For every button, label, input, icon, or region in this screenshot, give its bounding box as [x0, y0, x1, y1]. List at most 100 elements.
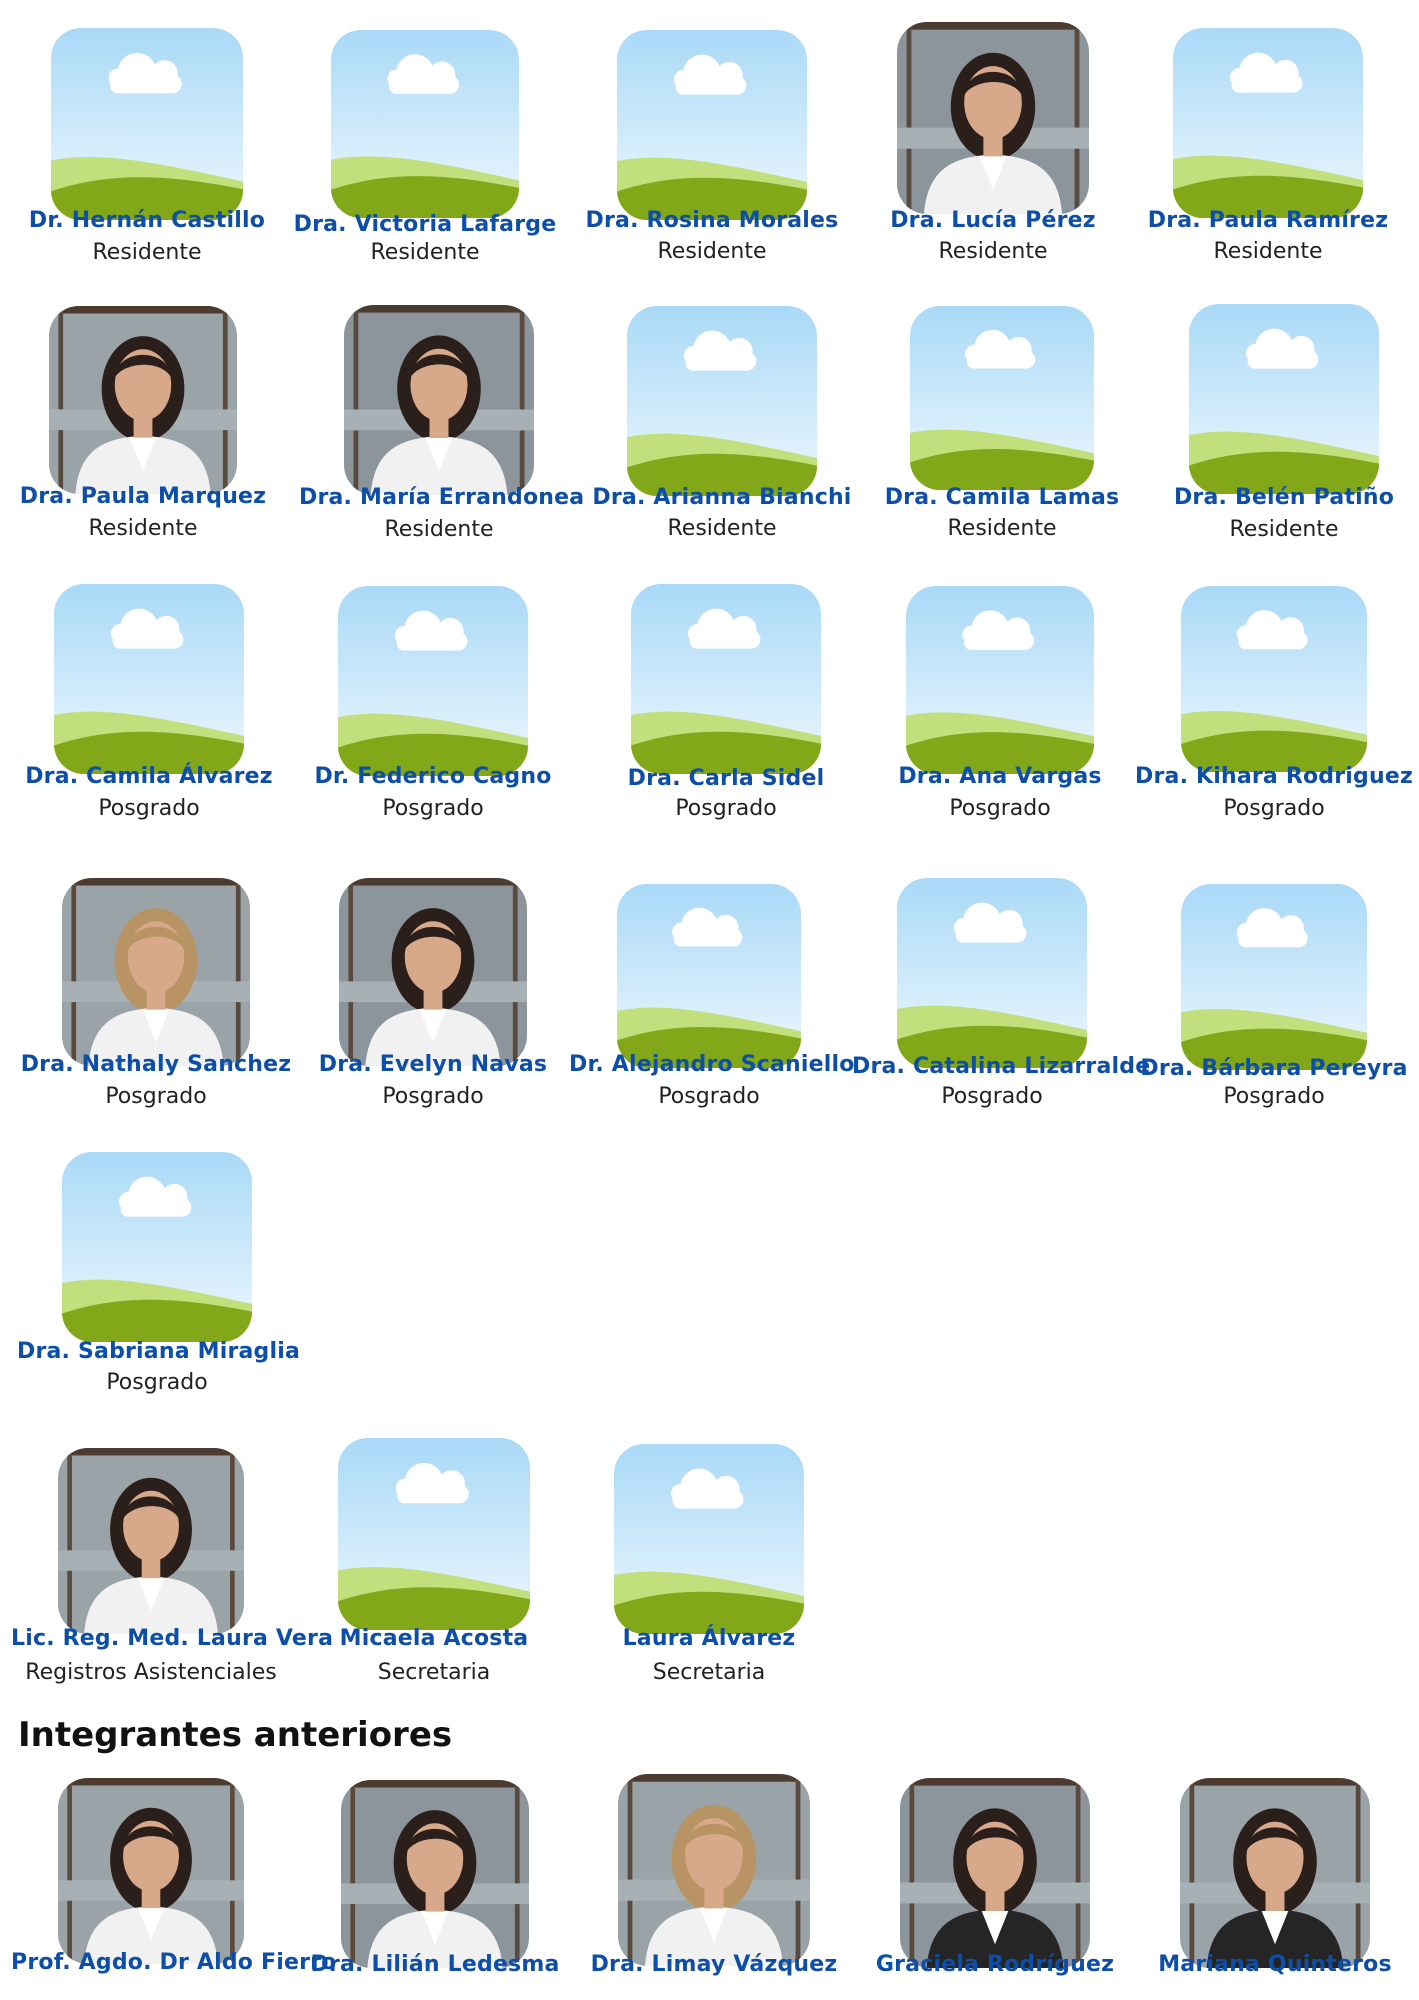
person-photo [341, 1780, 529, 1968]
member-photo-placeholder [1173, 28, 1363, 218]
member-name: Dr. Alejandro Scaniello [569, 1052, 855, 1077]
window-frame [1355, 1778, 1361, 1968]
image-placeholder-icon [51, 28, 243, 220]
member-photo [339, 878, 527, 1066]
window-frame [906, 22, 912, 214]
member-role: Residente [947, 516, 1057, 541]
image-placeholder-icon [617, 884, 801, 1068]
member-role: Posgrado [382, 1084, 484, 1109]
member-photo-placeholder [627, 306, 817, 496]
window-frame [1180, 1778, 1370, 1786]
image-placeholder-icon [631, 584, 821, 774]
member-role: Residente [667, 516, 777, 541]
member-name: Dra. Limay Vázquez [590, 1952, 838, 1977]
person-photo [62, 878, 250, 1066]
member-role: Posgrado [675, 796, 777, 821]
member-role: Posgrado [98, 796, 200, 821]
member-name: Dra. Lucía Pérez [890, 208, 1096, 233]
member-name: Dra. Belén Patiño [1173, 485, 1395, 510]
member-name: Dra. Nathaly Sanchez [20, 1052, 292, 1077]
member-photo [58, 1448, 244, 1634]
member-photo [1180, 1778, 1370, 1968]
person-photo [339, 878, 527, 1066]
window-frame [353, 305, 359, 495]
window-frame [230, 1778, 235, 1964]
member-role: Posgrado [382, 796, 484, 821]
window-frame [900, 1778, 1090, 1786]
member-role: Posgrado [1223, 796, 1325, 821]
member-photo-placeholder [54, 584, 244, 774]
member-photo-placeholder [617, 30, 807, 220]
member-photo [618, 1774, 810, 1966]
window-frame [58, 1448, 244, 1456]
image-placeholder-icon [627, 306, 817, 496]
member-name: Dra. Arianna Bianchi [592, 485, 852, 510]
person-photo [344, 305, 534, 495]
member-photo [900, 1778, 1090, 1968]
image-placeholder-icon [906, 586, 1094, 774]
member-name: Graciela Rodríguez [875, 1952, 1115, 1977]
member-name: Prof. Agdo. Dr Aldo Fierro [11, 1950, 337, 1975]
member-role: Posgrado [658, 1084, 760, 1109]
member-role: Residente [92, 240, 202, 265]
window-frame [339, 878, 527, 886]
member-photo-placeholder [631, 584, 821, 774]
person-photo [618, 1774, 810, 1966]
member-role: Posgrado [106, 1370, 208, 1395]
window-frame [795, 1774, 801, 1966]
window-frame [909, 1778, 915, 1968]
member-photo-placeholder [51, 28, 243, 220]
member-photo-placeholder [906, 586, 1094, 774]
member-photo-placeholder [331, 30, 519, 218]
window-frame [62, 878, 250, 886]
window-frame [341, 1780, 529, 1788]
image-placeholder-icon [910, 306, 1094, 490]
member-name: Dra. María Errandonea [299, 485, 585, 510]
window-frame [67, 1778, 72, 1964]
member-photo [341, 1780, 529, 1968]
person-photo [58, 1448, 244, 1634]
member-name: Dra. Rosina Morales [585, 208, 839, 233]
window-frame [67, 1448, 72, 1634]
window-frame [348, 878, 354, 1066]
member-role: Residente [370, 240, 480, 265]
member-name: Dra. Ana Vargas [898, 764, 1102, 789]
member-role: Residente [88, 516, 198, 541]
member-photo-placeholder [897, 878, 1087, 1068]
image-placeholder-icon [338, 586, 528, 776]
member-name: Dra. Catalina Lizarralde [852, 1054, 1151, 1079]
window-frame [58, 306, 64, 494]
window-frame [627, 1774, 633, 1966]
member-photo-placeholder [338, 586, 528, 776]
window-frame [235, 878, 241, 1066]
member-name: Dra. Carla Sidel [627, 766, 825, 791]
member-name: Dra. Camila Álvarez [25, 764, 273, 789]
image-placeholder-icon [1173, 28, 1363, 218]
member-photo-placeholder [614, 1444, 804, 1634]
member-role: Secretaria [652, 1660, 766, 1685]
window-frame [512, 878, 518, 1066]
person-photo [58, 1778, 244, 1964]
member-photo-placeholder [1181, 586, 1367, 772]
member-photo-placeholder [1181, 884, 1367, 1070]
member-name: Dra. Paula Ramírez [1147, 208, 1389, 233]
window-frame [49, 306, 237, 314]
member-name: Micaela Acosta [339, 1626, 529, 1651]
member-name: Dr. Hernán Castillo [28, 208, 266, 233]
member-name: Dra. Kihara Rodriguez [1135, 764, 1413, 789]
window-frame [519, 305, 525, 495]
image-placeholder-icon [1181, 884, 1367, 1070]
member-name: Dra. Sabriana Miraglia [17, 1339, 301, 1364]
window-frame [230, 1448, 235, 1634]
window-frame [1074, 22, 1080, 214]
image-placeholder-icon [62, 1152, 252, 1342]
person-photo [897, 22, 1089, 214]
member-role: Posgrado [1223, 1084, 1325, 1109]
window-frame [514, 1780, 520, 1968]
member-photo-placeholder [1189, 304, 1379, 494]
member-role: Residente [1213, 239, 1323, 264]
person-photo [49, 306, 237, 494]
member-name: Dra. Bárbara Pereyra [1140, 1056, 1408, 1081]
section-title-former-members: Integrantes anteriores [18, 1715, 453, 1755]
person-photo [1180, 1778, 1370, 1968]
